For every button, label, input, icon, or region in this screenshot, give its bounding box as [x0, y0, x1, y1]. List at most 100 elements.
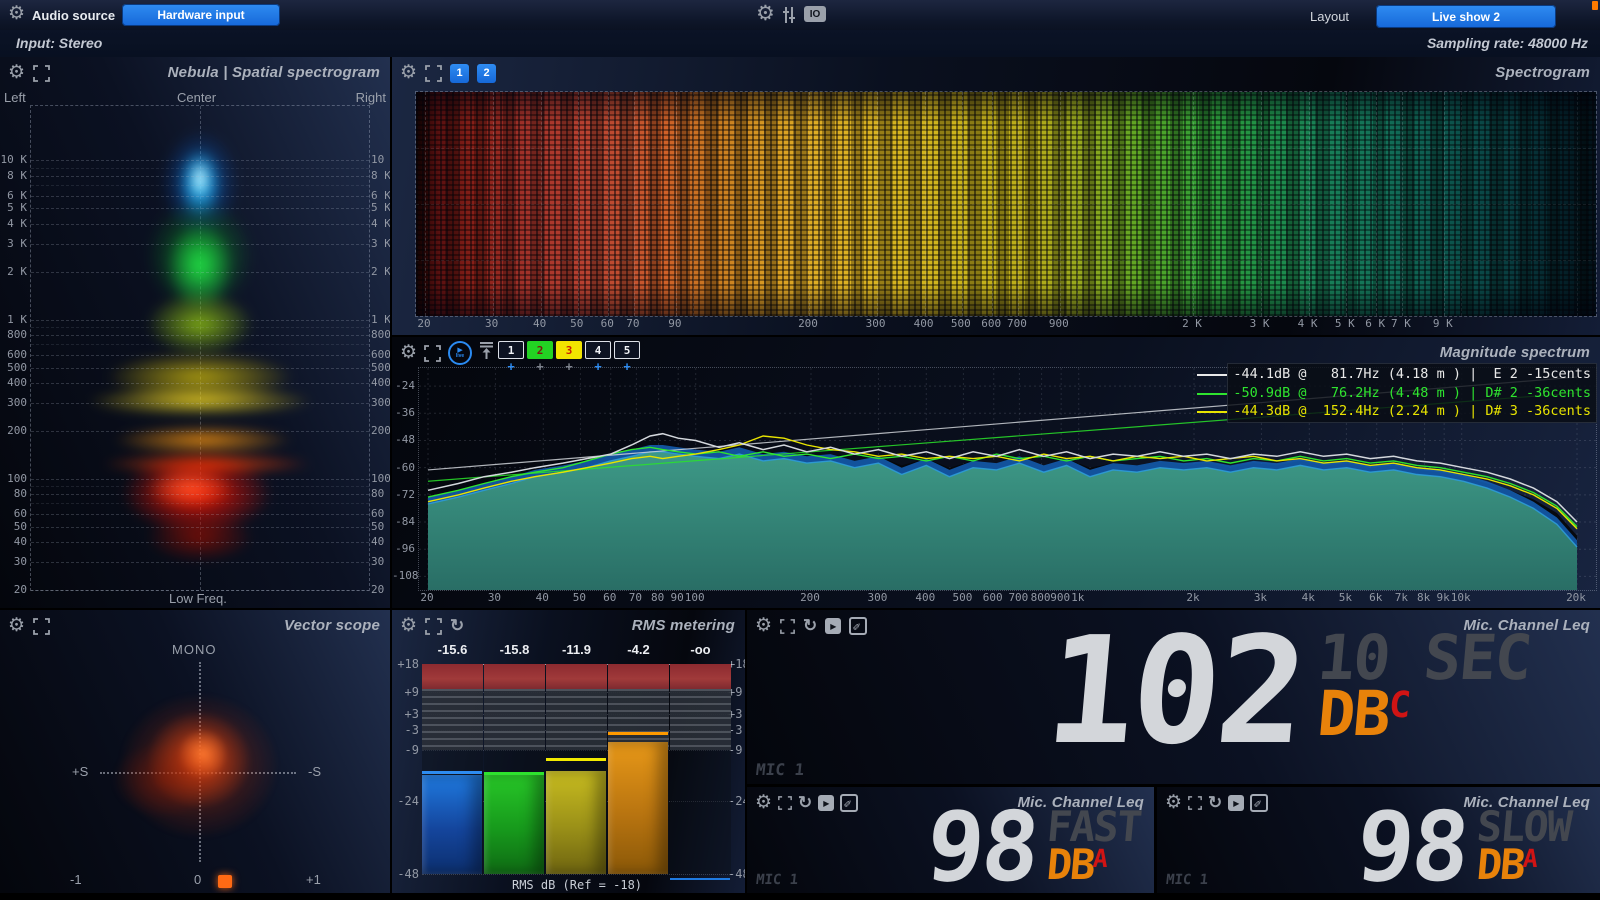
db-tick-label: -48 — [392, 433, 415, 446]
freq-tick-label: 5 K — [0, 201, 27, 214]
readout-connector-line — [1197, 393, 1227, 395]
x-tick-label: 9 K — [1433, 317, 1453, 330]
rms-min-indicator — [670, 878, 730, 881]
spectrogram-grid — [416, 92, 1596, 316]
edit-icon[interactable]: ✎ — [849, 617, 867, 635]
rms-meter-bar — [422, 775, 482, 874]
leq-value: 98 — [924, 809, 1040, 885]
play-icon[interactable]: ▶ — [825, 618, 841, 634]
freq-gridline — [31, 562, 369, 563]
edit-icon[interactable]: ✎ — [1250, 794, 1268, 812]
freq-tick-label: 200 — [371, 424, 390, 437]
freq-gridline — [31, 335, 369, 336]
play-icon[interactable]: ▶ — [1228, 795, 1244, 811]
spectrogram-tab-2[interactable]: 2 — [477, 64, 496, 83]
spatial-energy-blobs — [31, 106, 369, 590]
magnitude-tab-2[interactable]: 2 — [527, 341, 553, 359]
settings-gear-icon[interactable]: ⚙ — [756, 5, 775, 23]
freq-tick-label: 400 — [0, 376, 27, 389]
freq-gridline — [31, 176, 369, 177]
x-tick-label: 500 — [952, 591, 972, 604]
input-status: Input: Stereo — [16, 35, 102, 51]
spatial-spectrogram-plot[interactable] — [30, 105, 370, 591]
gear-icon[interactable]: ⚙ — [400, 344, 417, 362]
freq-gridline-minor — [31, 344, 369, 345]
live-show-button[interactable]: Live show 2 — [1376, 5, 1556, 28]
time-gridline — [416, 260, 1596, 261]
leq-unit: DB — [1045, 847, 1095, 882]
freq-tick-label: 2 K — [371, 265, 390, 278]
rms-value-label: -4.2 — [627, 642, 649, 657]
plus-s-label: +S — [72, 764, 88, 779]
cursor-readout-row: -50.9dB @ 76.2Hz (4.48 m ) | D# 2 -36cen… — [1233, 384, 1591, 403]
leq-weighting: A — [1522, 848, 1537, 869]
low-freq-label: Low Freq. — [169, 591, 227, 606]
freq-tick-label: 3 K — [371, 237, 390, 250]
x-tick-label: 6k — [1369, 591, 1382, 604]
x-tick-label: 80 — [651, 591, 664, 604]
panel-title: Nebula | Spatial spectrogram — [168, 64, 380, 81]
db-tick-label: -60 — [392, 461, 415, 474]
minus-one-label: -1 — [70, 872, 82, 887]
freq-tick-label: 20 — [371, 583, 384, 596]
channel-label: MIC 1 — [755, 872, 799, 888]
audio-source-gear-icon[interactable]: ⚙ — [8, 5, 25, 23]
gear-icon[interactable]: ⚙ — [755, 794, 772, 812]
fullscreen-icon[interactable] — [33, 65, 50, 82]
io-icon[interactable]: IO — [804, 6, 826, 22]
x-tick-label: 3k — [1254, 591, 1267, 604]
cursor-readout-row: -44.3dB @ 152.4Hz (2.24 m ) | D# 3 -36ce… — [1233, 402, 1591, 421]
leq-value: 98 — [1354, 809, 1470, 885]
x-tick-label: 70 — [626, 317, 639, 330]
freq-gridline — [31, 542, 369, 543]
reset-icon[interactable]: ↻ — [798, 794, 812, 812]
freq-tick-label: 10 K — [371, 153, 390, 166]
spectrogram-tab-1[interactable]: 1 — [450, 64, 469, 83]
fullscreen-icon[interactable] — [424, 345, 441, 362]
x-tick-label: 2 K — [1182, 317, 1202, 330]
gear-icon[interactable]: ⚙ — [755, 617, 772, 635]
freq-gridline — [31, 272, 369, 273]
magnitude-tab-4[interactable]: 4 — [585, 341, 611, 359]
gear-icon[interactable]: ⚙ — [1165, 794, 1182, 812]
gear-icon[interactable]: ⚙ — [8, 64, 25, 82]
db-scale-label: -3 — [394, 723, 419, 737]
fullscreen-icon[interactable] — [780, 619, 795, 634]
freq-tick-label: 4 K — [0, 217, 27, 230]
magnitude-tab-3[interactable]: 3 — [556, 341, 582, 359]
freq-tick-label: 40 — [371, 535, 384, 548]
x-tick-label: 800 — [1031, 591, 1051, 604]
freq-gridline — [31, 527, 369, 528]
rms-value-label: -15.8 — [500, 642, 530, 657]
reset-icon[interactable]: ↻ — [1208, 794, 1222, 812]
live-play-icon[interactable]: ▶live — [448, 341, 472, 365]
sampling-rate-status: Sampling rate: 48000 Hz — [1427, 35, 1588, 51]
peak-hold-icon[interactable] — [479, 341, 494, 365]
freq-gridline — [31, 368, 369, 369]
x-tick-label: 900 — [1049, 317, 1069, 330]
freq-tick-label: 600 — [0, 348, 27, 361]
mic-channel-leq-main-panel: ⚙ ↻ ▶ ✎ Mic. Channel Leq 102 10 SEC DBC … — [747, 610, 1600, 784]
rms-meter-column — [484, 664, 545, 874]
scale-dotted-line — [422, 874, 732, 875]
caution-zone — [484, 689, 545, 750]
freq-tick-label: 400 — [371, 376, 390, 389]
hardware-input-button[interactable]: Hardware input — [122, 4, 280, 26]
sliders-icon[interactable] — [782, 5, 800, 30]
magnitude-tab-5[interactable]: 5 — [614, 341, 640, 359]
play-icon[interactable]: ▶ — [818, 795, 834, 811]
reset-icon[interactable]: ↻ — [803, 617, 817, 635]
fullscreen-icon[interactable] — [778, 796, 792, 810]
rms-meter-column — [422, 664, 483, 874]
x-tick-label: 50 — [570, 317, 583, 330]
freq-gridline — [31, 355, 369, 356]
gear-icon[interactable]: ⚙ — [400, 64, 417, 82]
fullscreen-icon[interactable] — [1188, 796, 1202, 810]
vscope-lissajous-blob — [0, 610, 390, 893]
fullscreen-icon[interactable] — [425, 65, 442, 82]
spectrogram-plot[interactable] — [415, 91, 1597, 317]
magnitude-tab-1[interactable]: 1 — [498, 341, 524, 359]
edit-icon[interactable]: ✎ — [840, 794, 858, 812]
freq-gridline — [31, 514, 369, 515]
x-tick-label: 300 — [866, 317, 886, 330]
